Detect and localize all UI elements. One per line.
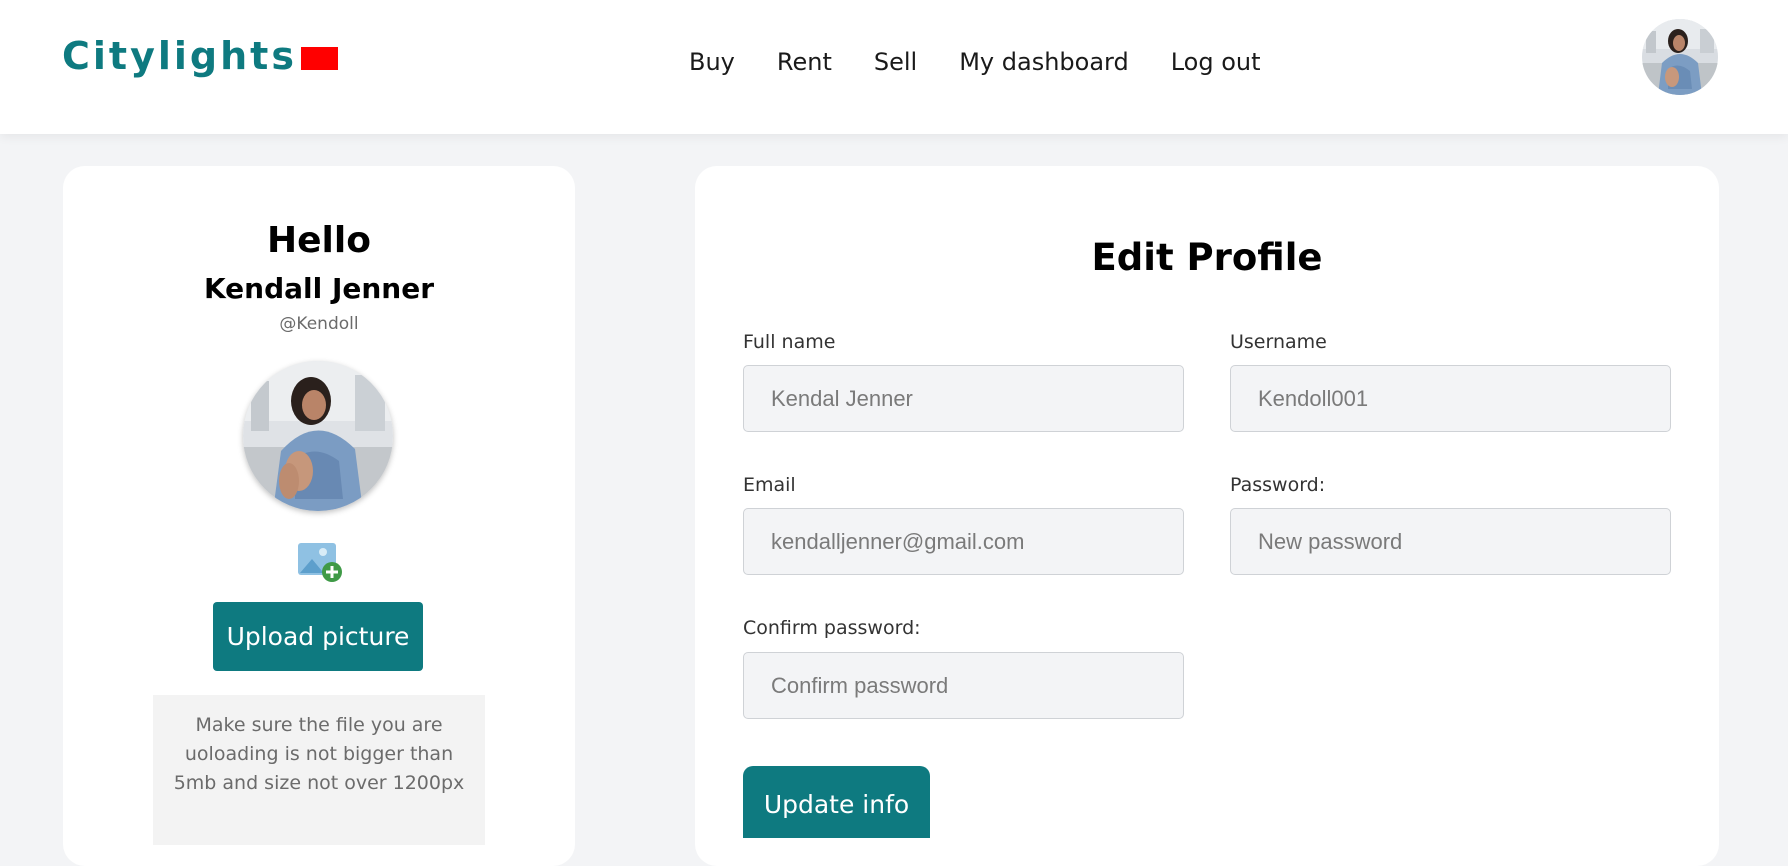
update-info-button[interactable]: Update info xyxy=(743,766,930,838)
upload-picture-button[interactable]: Upload picture xyxy=(213,602,423,671)
email-input[interactable] xyxy=(743,508,1184,575)
profile-photo-icon xyxy=(243,361,393,511)
add-photo-icon[interactable] xyxy=(298,541,344,583)
password-label: Password: xyxy=(1230,474,1326,496)
greeting: Hello xyxy=(267,220,371,261)
logo[interactable]: Citylights xyxy=(62,34,338,78)
profile-full-name: Kendall Jenner xyxy=(203,272,435,305)
header-avatar[interactable] xyxy=(1642,19,1718,95)
main-nav: Buy Rent Sell My dashboard Log out xyxy=(689,48,1261,76)
email-label: Email xyxy=(743,474,796,496)
confirm-password-input[interactable] xyxy=(743,652,1184,719)
edit-profile-card: Edit Profile Full name Username Email Pa… xyxy=(695,166,1719,866)
password-input[interactable] xyxy=(1230,508,1671,575)
avatar-photo-icon xyxy=(1642,19,1718,95)
logo-text: Citylights xyxy=(62,34,297,78)
nav-item-my-dashboard[interactable]: My dashboard xyxy=(959,48,1129,76)
confirm-password-label: Confirm password: xyxy=(743,617,921,639)
upload-note: Make sure the file you are uoloading is … xyxy=(153,695,485,845)
nav-item-buy[interactable]: Buy xyxy=(689,48,735,76)
full-name-input[interactable] xyxy=(743,365,1184,432)
edit-profile-title: Edit Profile xyxy=(1091,236,1323,279)
profile-card: Hello Kendall Jenner @Kendoll Upload pic… xyxy=(63,166,575,866)
nav-item-rent[interactable]: Rent xyxy=(777,48,832,76)
full-name-label: Full name xyxy=(743,331,836,353)
profile-picture xyxy=(243,361,393,511)
logo-flag-icon xyxy=(300,46,338,70)
nav-item-sell[interactable]: Sell xyxy=(874,48,917,76)
top-header: Citylights Buy Rent Sell My dashboard Lo… xyxy=(0,0,1788,134)
username-input[interactable] xyxy=(1230,365,1671,432)
nav-item-log-out[interactable]: Log out xyxy=(1171,48,1261,76)
username-label: Username xyxy=(1230,331,1327,353)
profile-handle: @Kendoll xyxy=(279,314,359,334)
